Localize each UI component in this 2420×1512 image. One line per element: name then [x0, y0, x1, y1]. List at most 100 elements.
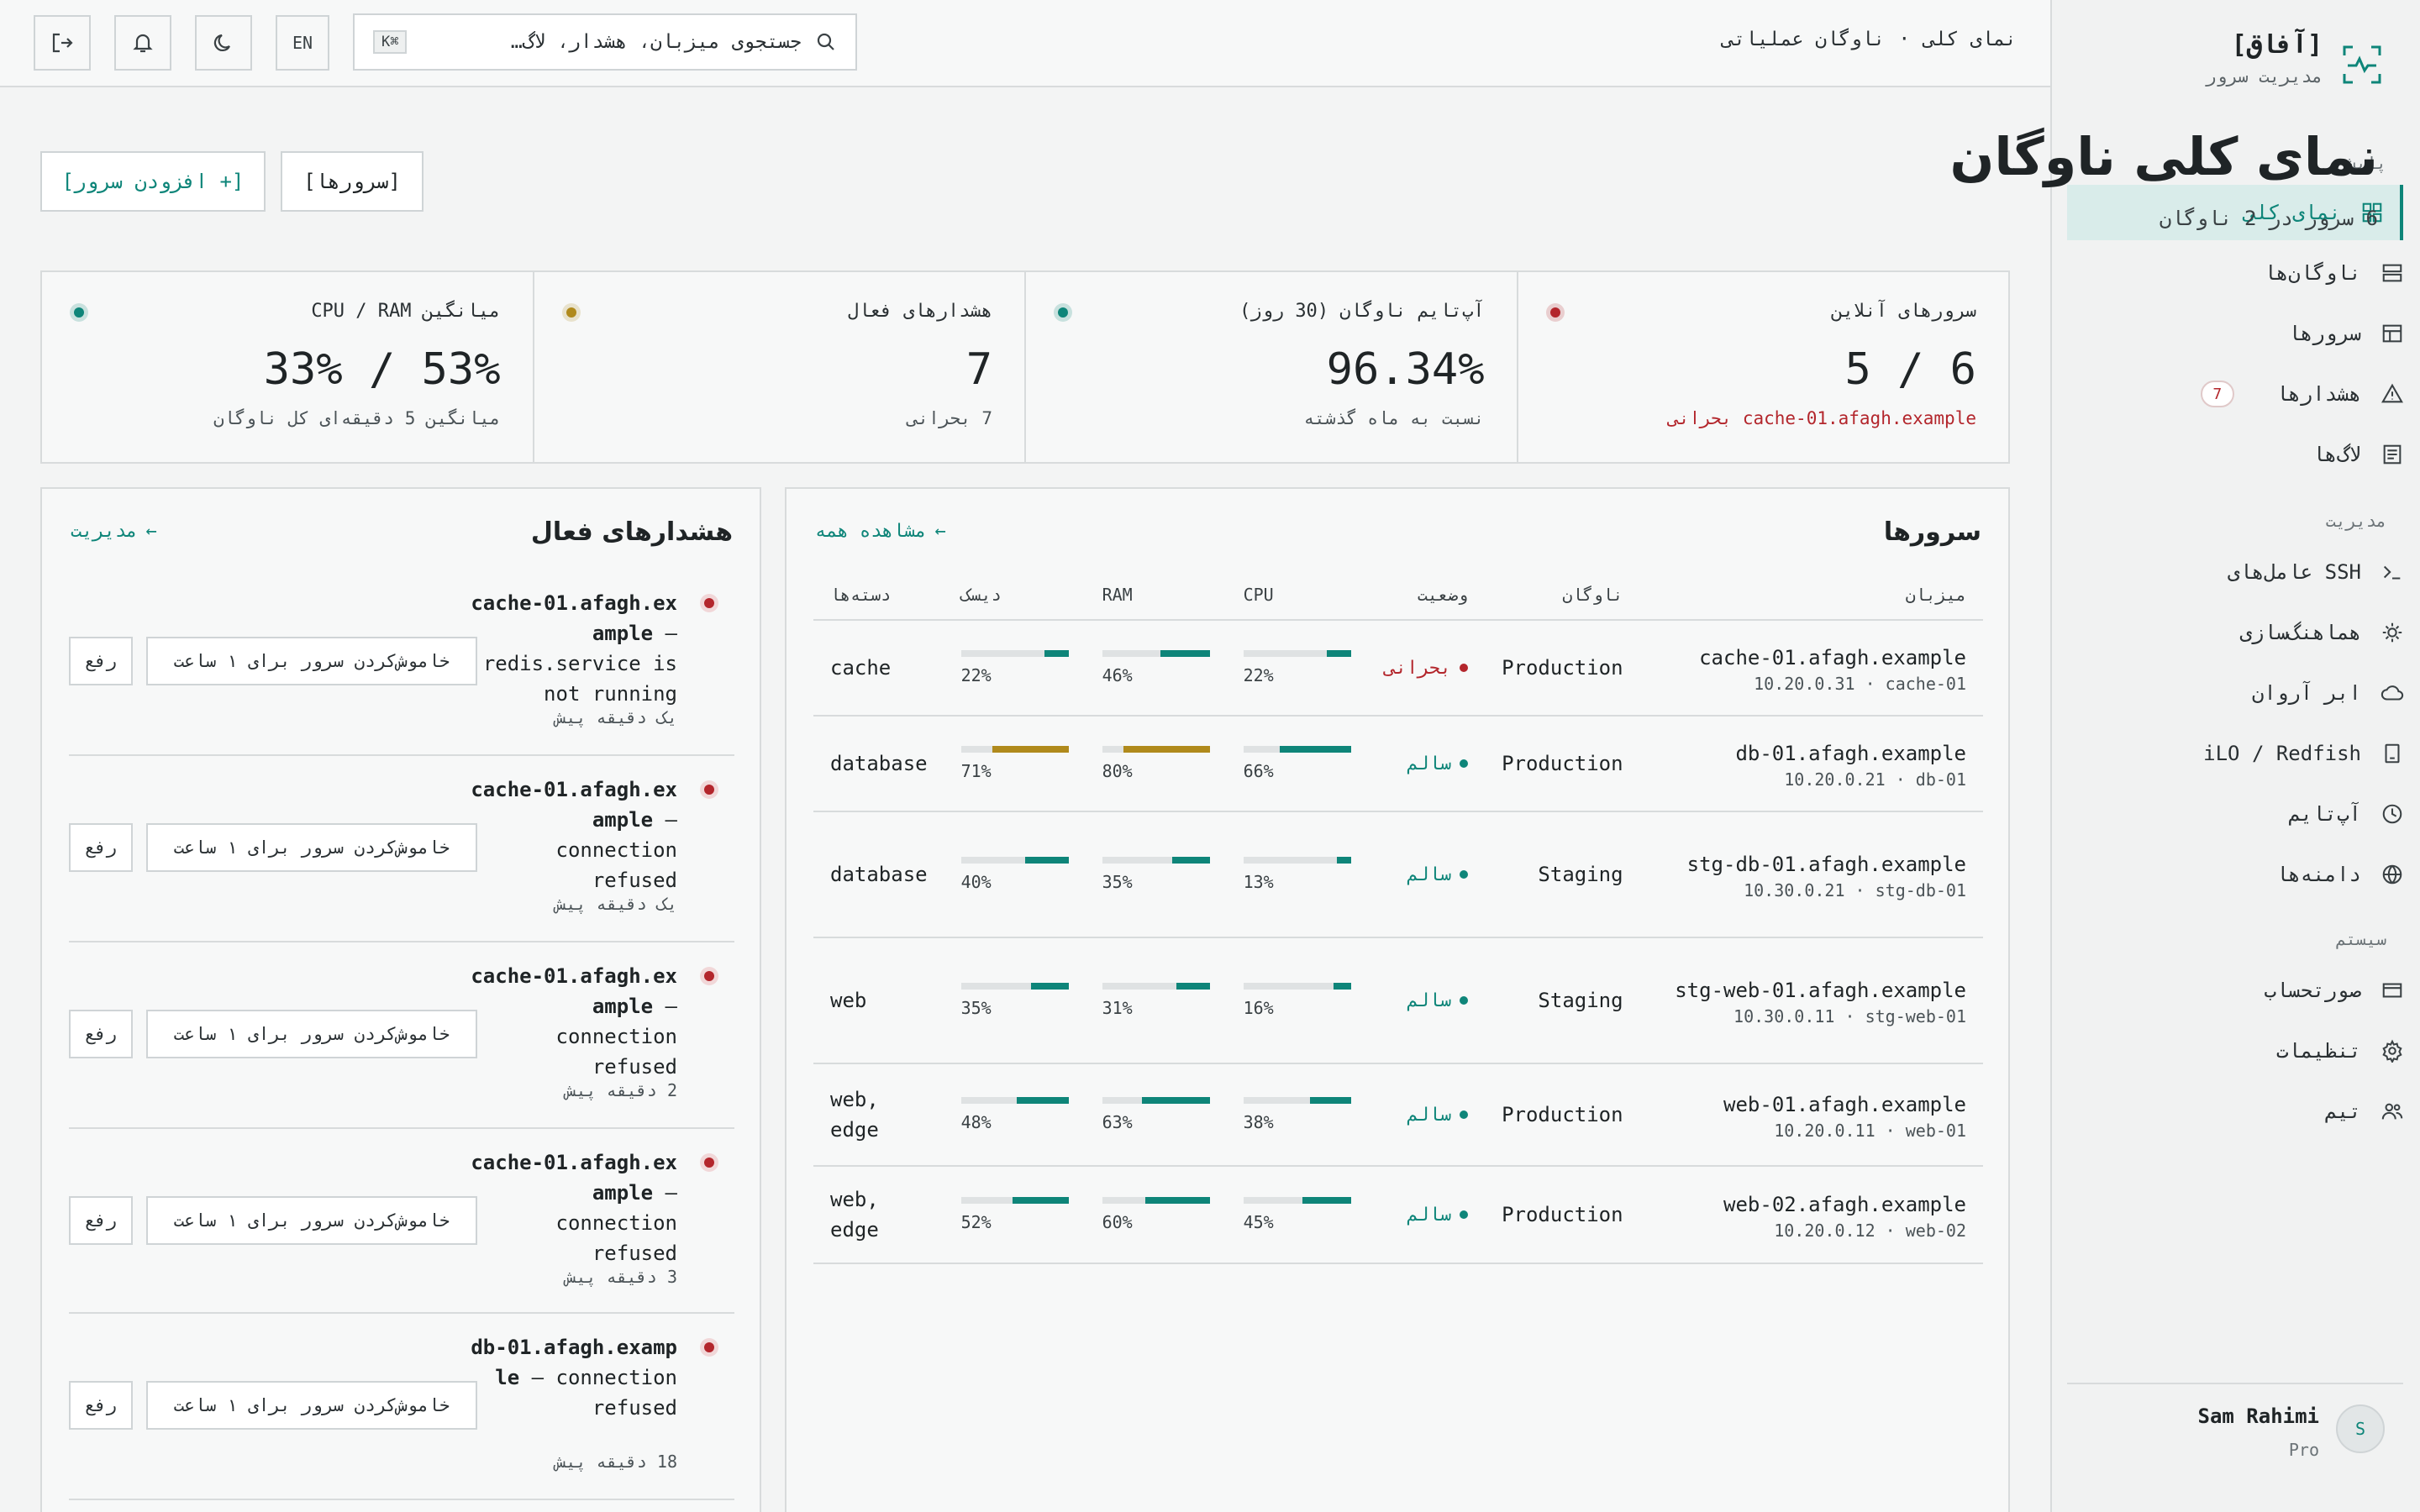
arrow-left-icon: ← — [145, 521, 157, 542]
sidebar-item-2[interactable]: سرورها — [2084, 306, 2420, 361]
cpu-bar — [1243, 983, 1351, 990]
theme-toggle-button[interactable] — [195, 15, 252, 71]
user-profile[interactable]: S Sam Rahimi Pro — [2067, 1383, 2403, 1460]
sidebar-item-3[interactable]: هشدارها 7 — [2084, 366, 2420, 422]
stat-note-host[interactable]: cache-01.afagh.example — [1743, 408, 1976, 428]
host-cell[interactable]: web-01.afagh.example 10.20.0.11 · web-01 — [1639, 1063, 1983, 1167]
servers-button[interactable]: [سرورها] — [281, 151, 424, 212]
cpu-cell: 13% — [1226, 811, 1368, 938]
cpu-cell: 22% — [1226, 620, 1368, 717]
cpu-percent: 13% — [1243, 872, 1274, 892]
status-badge: سالم — [1385, 1105, 1469, 1126]
disk-bar-fill — [1017, 1097, 1069, 1104]
table-row[interactable]: web-02.afagh.example 10.20.0.12 · web-02 P… — [813, 1166, 1983, 1264]
resolve-button[interactable]: رفع — [69, 637, 133, 685]
column-header-5[interactable]: دیسک — [944, 570, 1086, 621]
stat-value: 7 — [965, 344, 992, 395]
resolve-button[interactable]: رفع — [69, 1010, 133, 1058]
table-row[interactable]: cache-01.afagh.example 10.20.0.31 · cache… — [813, 620, 1983, 717]
alert-message[interactable]: cache-01.afagh.example — redis.service i… — [459, 588, 677, 709]
mute-server-button[interactable]: خاموش‌کردن سرور برای ۱ ساعت — [146, 637, 477, 685]
mute-server-button[interactable]: خاموش‌کردن سرور برای ۱ ساعت — [146, 1381, 477, 1430]
moon-icon — [213, 34, 230, 52]
fleet-name: Production — [1502, 1203, 1623, 1226]
ram-cell: 35% — [1085, 811, 1227, 938]
sidebar-item-11[interactable]: صورتحساب — [2084, 963, 2420, 1018]
manage-alerts-link[interactable]: ← مدیریت — [71, 521, 157, 542]
host-name[interactable]: cache-01.afagh.example — [1657, 642, 1966, 674]
host-name[interactable]: web-02.afagh.example — [1657, 1189, 1966, 1221]
table-row[interactable]: db-01.afagh.example 10.20.0.21 · db-01 Pro… — [813, 716, 1983, 812]
ram-bar — [1102, 857, 1210, 864]
cpu-percent: 45% — [1243, 1212, 1274, 1232]
disk-cell: 52% — [944, 1166, 1086, 1264]
host-cell[interactable]: web-02.afagh.example 10.20.0.12 · web-02 — [1639, 1166, 1983, 1264]
host-address: 10.20.0.21 · db-01 — [1784, 769, 1966, 790]
alert-message[interactable]: cache-01.afagh.example — connection refu… — [459, 1147, 677, 1268]
table-row[interactable]: stg-db-01.afagh.example 10.30.0.21 · stg-… — [813, 811, 1983, 938]
column-header-4[interactable]: RAM — [1085, 570, 1227, 621]
host-name[interactable]: stg-db-01.afagh.example — [1657, 848, 1966, 880]
status-label: سالم — [1407, 864, 1452, 885]
resolve-button[interactable]: رفع — [69, 1381, 133, 1430]
stat-status-dot — [1549, 307, 1560, 318]
sidebar-item-12[interactable]: تنظیمات — [2084, 1023, 2420, 1079]
clock-icon — [2380, 801, 2405, 827]
host-name[interactable]: db-01.afagh.example — [1657, 738, 1966, 769]
column-header-6[interactable]: دسته‌ها — [813, 570, 944, 621]
mute-server-button[interactable]: خاموش‌کردن سرور برای ۱ ساعت — [146, 823, 477, 872]
host-cell[interactable]: db-01.afagh.example 10.20.0.21 · db-01 — [1639, 716, 1983, 812]
sidebar-item-6[interactable]: هماهنگ‌سازی — [2084, 605, 2420, 660]
view-all-link[interactable]: ← مشاهده همه — [815, 521, 946, 542]
fleet-name: Staging — [1538, 989, 1623, 1012]
alert-message[interactable]: cache-01.afagh.example — connection refu… — [459, 961, 677, 1082]
alert-item: db-01.afagh.example — connection refused… — [69, 1314, 734, 1500]
notifications-button[interactable] — [114, 15, 171, 71]
add-server-button[interactable]: [+ افزودن سرور] — [40, 151, 266, 212]
sidebar-item-10[interactable]: دامنه‌ها — [2084, 847, 2420, 902]
warning-icon — [2380, 381, 2405, 407]
sidebar-item-label: ابر آروان — [2251, 681, 2361, 705]
cpu-bar-fill — [1336, 857, 1351, 864]
search-box[interactable]: K⌘ — [353, 13, 857, 71]
search-input[interactable] — [420, 31, 802, 53]
logout-button[interactable] — [34, 15, 91, 71]
ram-percent: 35% — [1102, 872, 1133, 892]
alert-message[interactable]: cache-01.afagh.example — connection refu… — [459, 774, 677, 895]
sidebar-item-13[interactable]: تیم — [2084, 1084, 2420, 1139]
host-name[interactable]: stg-web-01.afagh.example — [1657, 974, 1966, 1006]
disk-bar — [960, 983, 1069, 990]
sidebar-item-8[interactable]: iLO / Redfish — [2084, 726, 2420, 781]
resolve-button[interactable]: رفع — [69, 823, 133, 872]
resolve-button[interactable]: رفع — [69, 1196, 133, 1245]
column-header-3[interactable]: CPU — [1226, 570, 1368, 621]
column-header-0[interactable]: میزبان — [1639, 570, 1983, 621]
alert-item: cache-01.afagh.example — connection refu… — [69, 942, 734, 1129]
language-button[interactable]: EN — [276, 15, 329, 71]
breadcrumb-home[interactable]: نمای کلی — [1923, 29, 2017, 50]
ram-bar — [1102, 1197, 1210, 1204]
sidebar-item-1[interactable]: ناوگان‌ها — [2084, 245, 2420, 301]
table-row[interactable]: web-01.afagh.example 10.20.0.11 · web-01 P… — [813, 1063, 1983, 1167]
mute-server-button[interactable]: خاموش‌کردن سرور برای ۱ ساعت — [146, 1196, 477, 1245]
mute-server-button[interactable]: خاموش‌کردن سرور برای ۱ ساعت — [146, 1010, 477, 1058]
sidebar-item-5[interactable]: عامل‌های SSH — [2084, 544, 2420, 600]
column-header-2[interactable]: وضعیت — [1367, 570, 1486, 621]
host-name[interactable]: web-01.afagh.example — [1657, 1089, 1966, 1121]
host-cell[interactable]: stg-db-01.afagh.example 10.30.0.21 · stg-… — [1639, 811, 1983, 938]
host-cell[interactable]: stg-web-01.afagh.example 10.30.0.11 · stg… — [1639, 937, 1983, 1064]
sidebar-item-4[interactable]: لاگ‌ها — [2084, 427, 2420, 482]
disk-bar-fill — [992, 746, 1069, 753]
alert-time: 3 دقیقه پیش — [566, 1267, 677, 1287]
host-cell[interactable]: cache-01.afagh.example 10.20.0.31 · cache… — [1639, 620, 1983, 717]
groups: web, edge — [830, 1088, 879, 1142]
sidebar-item-label: ناوگان‌ها — [2264, 261, 2361, 285]
table-row[interactable]: stg-web-01.afagh.example 10.30.0.11 · stg… — [813, 937, 1983, 1064]
sidebar-item-7[interactable]: ابر آروان — [2084, 665, 2420, 721]
status-dot — [1460, 996, 1469, 1005]
brand[interactable]: [آفاق] مدیریت سرور — [2206, 30, 2383, 87]
disk-bar-fill — [1030, 983, 1069, 990]
sidebar-item-9[interactable]: آپ‌تایم — [2084, 786, 2420, 842]
alert-message[interactable]: db-01.afagh.example — connection refused — [459, 1332, 677, 1423]
column-header-1[interactable]: ناوگان — [1485, 570, 1640, 621]
